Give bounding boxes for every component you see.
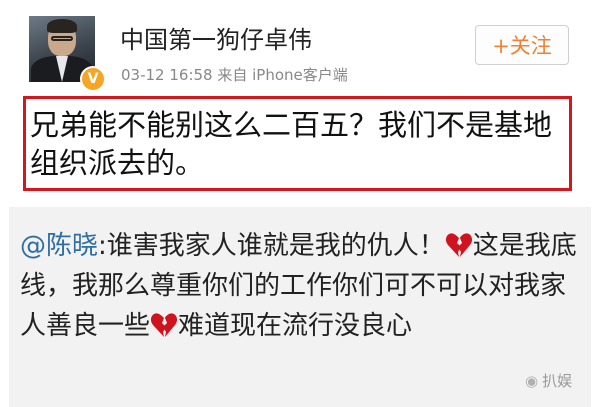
verified-badge-icon: V — [80, 66, 106, 92]
post-text: 兄弟能不能别这么二百五？我们不是基地组织派去的。 — [30, 108, 553, 180]
broken-heart-icon-2 — [150, 310, 178, 337]
avatar-glasses — [51, 36, 73, 41]
post-meta: 03-12 16:58 来自 iPhone客户端 — [121, 64, 348, 85]
post-timestamp: 03-12 16:58 — [121, 66, 213, 84]
post-source: 来自 iPhone客户端 — [217, 66, 348, 84]
avatar-hair — [47, 19, 77, 33]
username[interactable]: 中国第一狗仔卓伟 — [120, 20, 312, 55]
wechat-icon: ◉ — [525, 372, 539, 390]
repost-text-part1: :谁害我家人谁就是我的仇人！ — [98, 231, 445, 261]
repost-text: @陈晓:谁害我家人谁就是我的仇人！ 这是我底线，我那么尊重你们的工作你们可不可以对… — [20, 226, 585, 346]
broken-heart-icon — [445, 230, 473, 257]
watermark: ◉ 扒娱 — [525, 370, 572, 391]
mention-link[interactable]: @陈晓 — [20, 231, 98, 261]
follow-button[interactable]: +关注 — [475, 25, 569, 65]
watermark-text: 扒娱 — [542, 372, 573, 390]
repost-text-part3: 难道现在流行没良心 — [178, 311, 413, 341]
